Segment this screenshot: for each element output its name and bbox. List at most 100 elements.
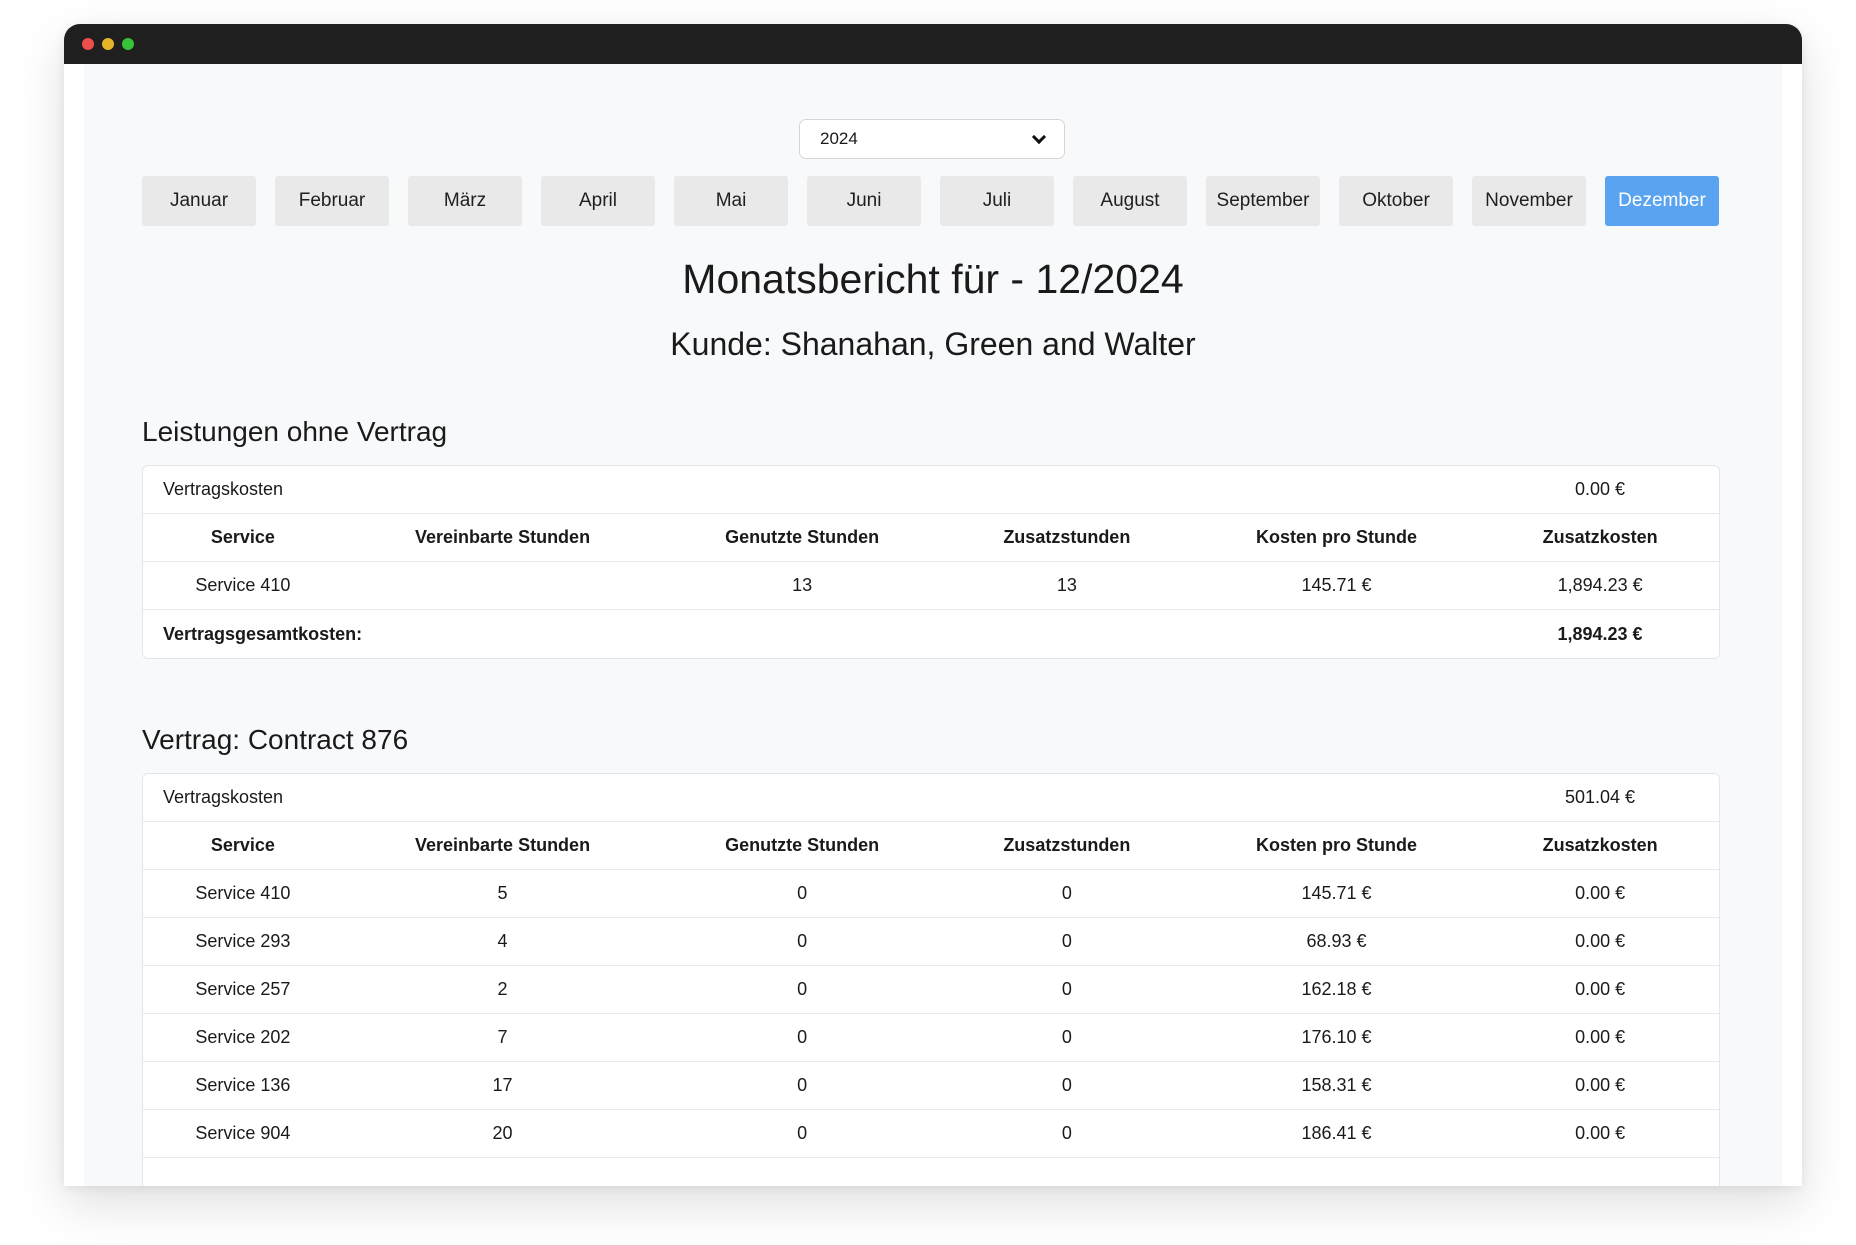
column-header-used-hours: Genutzte Stunden	[725, 527, 880, 547]
hourly-rate: 68.93 €	[1306, 931, 1367, 951]
extra-hours: 0	[1061, 1027, 1072, 1047]
column-header-used-hours: Genutzte Stunden	[725, 835, 880, 855]
month-button-januar[interactable]: Januar	[142, 176, 256, 226]
extra-hours: 0	[1061, 1075, 1072, 1095]
agreed-hours: 20	[492, 1123, 513, 1143]
used-hours: 0	[797, 883, 808, 903]
hourly-rate: 158.31 €	[1301, 1075, 1372, 1095]
extra-hours: 0	[1061, 979, 1072, 999]
month-button-februar[interactable]: Februar	[275, 176, 389, 226]
year-select[interactable]: 2024	[799, 119, 1065, 159]
chevron-down-icon	[1031, 129, 1047, 144]
close-window-icon[interactable]	[82, 38, 94, 50]
table-row: Service 202 7 0 0 176.10 € 0.00 €	[143, 1014, 1719, 1062]
agreed-hours: 5	[497, 883, 508, 903]
contract-cost-label: Vertragskosten	[163, 479, 284, 499]
contract-cost-row: Vertragskosten 0.00 €	[143, 466, 1719, 514]
window-titlebar	[64, 24, 1802, 64]
month-button-august[interactable]: August	[1073, 176, 1187, 226]
month-button-april[interactable]: April	[541, 176, 655, 226]
hourly-rate: 145.71 €	[1301, 575, 1372, 595]
contract-cost-value: 0.00 €	[1574, 479, 1626, 499]
year-select-value: 2024	[820, 129, 858, 148]
month-button-juni[interactable]: Juni	[807, 176, 921, 226]
contract-table: Vertragskosten 501.04 € Service Vereinba…	[142, 773, 1720, 1186]
contract-cost-value: 501.04 €	[1564, 787, 1636, 807]
table-row: Service 136 17 0 0 158.31 € 0.00 €	[143, 1062, 1719, 1110]
hourly-rate: 162.18 €	[1301, 979, 1372, 999]
table-row-partial	[143, 1158, 1719, 1186]
column-header-extra-cost: Zusatzkosten	[1542, 527, 1658, 547]
used-hours: 0	[797, 979, 808, 999]
table-row: Service 293 4 0 0 68.93 € 0.00 €	[143, 918, 1719, 966]
extra-cost: 1,894.23 €	[1557, 575, 1643, 595]
service-name: Service 904	[195, 1123, 291, 1143]
used-hours: 0	[797, 1123, 808, 1143]
column-header-extra-cost: Zusatzkosten	[1542, 835, 1658, 855]
contract-cost-row: Vertragskosten 501.04 €	[143, 774, 1719, 822]
month-button-november[interactable]: November	[1472, 176, 1586, 226]
used-hours: 0	[797, 931, 808, 951]
table-row: Service 410 5 0 0 145.71 € 0.00 €	[143, 870, 1719, 918]
table-header: Service Vereinbarte Stunden Genutzte Stu…	[143, 822, 1719, 870]
month-button-mai[interactable]: Mai	[674, 176, 788, 226]
column-header-hourly-rate: Kosten pro Stunde	[1255, 527, 1417, 547]
agreed-hours: 4	[497, 931, 508, 951]
column-header-agreed-hours: Vereinbarte Stunden	[415, 835, 591, 855]
used-hours: 13	[792, 575, 813, 595]
section-title-no-contract: Leistungen ohne Vertrag	[142, 416, 448, 447]
extra-cost: 0.00 €	[1575, 1027, 1626, 1047]
column-header-extra-hours: Zusatzstunden	[1003, 835, 1131, 855]
extra-hours: 13	[1056, 575, 1077, 595]
extra-hours: 0	[1061, 883, 1072, 903]
service-name: Service 202	[195, 1027, 291, 1047]
maximize-window-icon[interactable]	[122, 38, 134, 50]
month-button-september[interactable]: September	[1206, 176, 1320, 226]
service-name: Service 293	[195, 931, 291, 951]
agreed-hours: 2	[497, 979, 508, 999]
agreed-hours: 7	[497, 1027, 508, 1047]
page-title: Monatsbericht für - 12/2024	[682, 256, 1184, 302]
column-header-hourly-rate: Kosten pro Stunde	[1255, 835, 1417, 855]
table-row: Service 410 13 13 145.71 € 1,894.23 €	[143, 562, 1719, 610]
service-name: Service 410	[195, 575, 291, 595]
service-name: Service 257	[195, 979, 291, 999]
report-page: 2024 Januar Februar März April Mai Juni …	[84, 64, 1782, 1186]
extra-hours: 0	[1061, 1123, 1072, 1143]
service-name: Service 136	[195, 1075, 291, 1095]
hourly-rate: 145.71 €	[1301, 883, 1372, 903]
contract-cost-label: Vertragskosten	[163, 787, 284, 807]
hourly-rate: 176.10 €	[1301, 1027, 1372, 1047]
column-header-agreed-hours: Vereinbarte Stunden	[415, 527, 591, 547]
hourly-rate: 186.41 €	[1301, 1123, 1372, 1143]
extra-hours: 0	[1061, 931, 1072, 951]
extra-cost: 0.00 €	[1575, 979, 1626, 999]
extra-cost: 0.00 €	[1575, 883, 1626, 903]
column-header-extra-hours: Zusatzstunden	[1003, 527, 1131, 547]
used-hours: 0	[797, 1075, 808, 1095]
table-row: Service 904 20 0 0 186.41 € 0.00 €	[143, 1110, 1719, 1158]
minimize-window-icon[interactable]	[102, 38, 114, 50]
total-value: 1,894.23 €	[1557, 623, 1643, 644]
column-header-service: Service	[210, 835, 275, 855]
table-header: Service Vereinbarte Stunden Genutzte Stu…	[143, 514, 1719, 562]
extra-cost: 0.00 €	[1575, 1123, 1626, 1143]
used-hours: 0	[797, 1027, 808, 1047]
table-row: Service 257 2 0 0 162.18 € 0.00 €	[143, 966, 1719, 1014]
customer-name: Kunde: Shanahan, Green and Walter	[670, 326, 1196, 362]
extra-cost: 0.00 €	[1575, 1075, 1626, 1095]
month-button-juli[interactable]: Juli	[940, 176, 1054, 226]
browser-window: 2024 Januar Februar März April Mai Juni …	[64, 24, 1802, 1186]
extra-cost: 0.00 €	[1575, 931, 1626, 951]
agreed-hours: 17	[492, 1075, 513, 1095]
total-row: Vertragsgesamtkosten: 1,894.23 €	[143, 610, 1719, 658]
month-button-dezember[interactable]: Dezember	[1605, 176, 1719, 226]
month-button-oktober[interactable]: Oktober	[1339, 176, 1453, 226]
section-title-contract: Vertrag: Contract 876	[142, 724, 409, 755]
no-contract-table: Vertragskosten 0.00 € Service Vereinbart…	[142, 465, 1720, 659]
service-name: Service 410	[195, 883, 291, 903]
total-label: Vertragsgesamtkosten:	[163, 623, 363, 644]
month-tabs: Januar Februar März April Mai Juni Juli …	[142, 176, 1720, 226]
column-header-service: Service	[210, 527, 275, 547]
month-button-maerz[interactable]: März	[408, 176, 522, 226]
